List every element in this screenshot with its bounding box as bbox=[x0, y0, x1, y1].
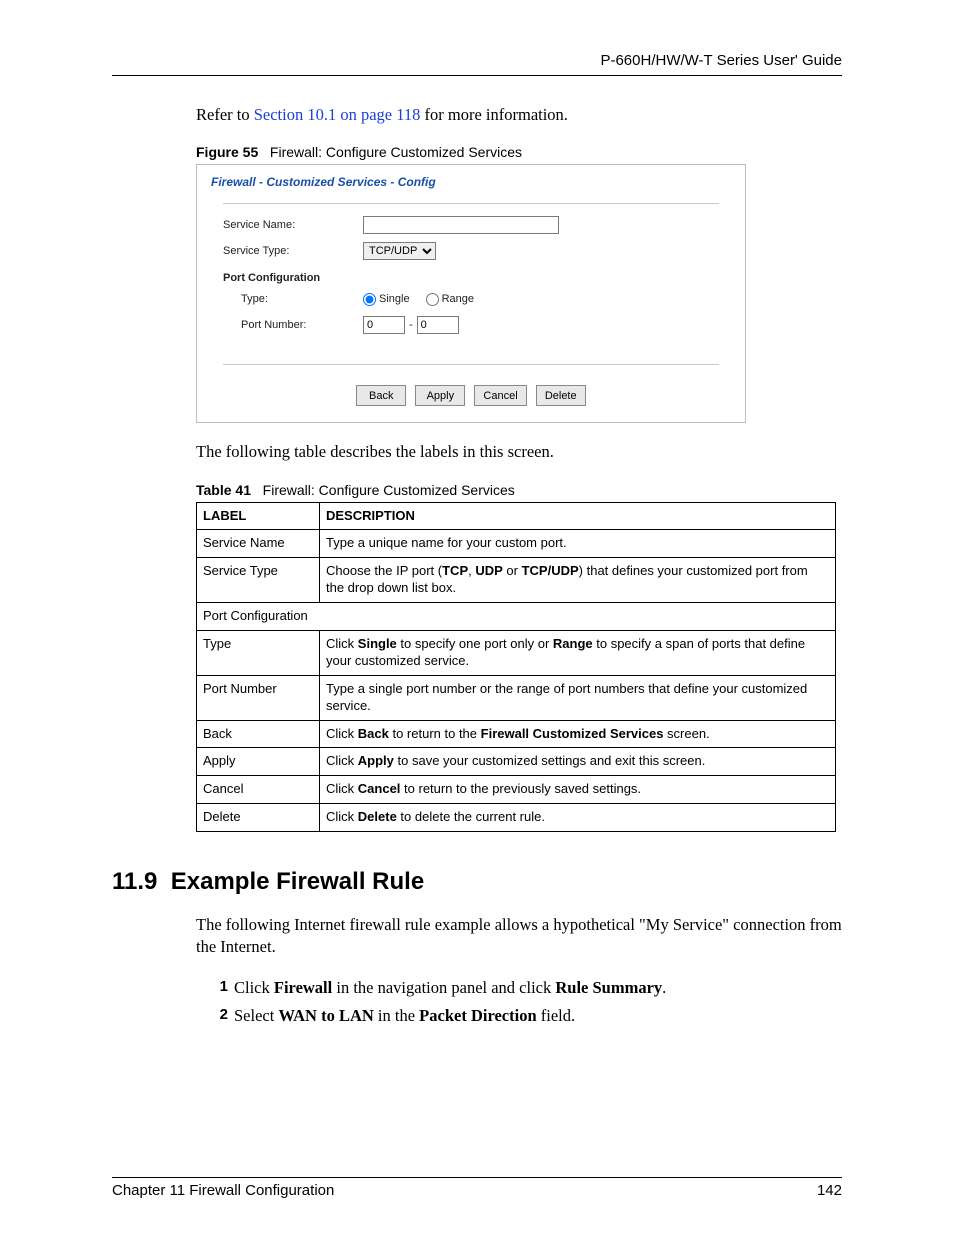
table-cell-description: Type a single port number or the range o… bbox=[320, 675, 836, 720]
table-cell-label: Apply bbox=[197, 748, 320, 776]
list-item: 2 Select WAN to LAN in the Packet Directi… bbox=[210, 1005, 842, 1027]
service-type-dropdown[interactable]: TCP/UDP bbox=[363, 242, 436, 260]
port-separator: - bbox=[409, 319, 413, 331]
intro-pre: Refer to bbox=[196, 105, 254, 124]
table-intro-paragraph: The following table describes the labels… bbox=[196, 441, 842, 463]
table-cell-description: Click Back to return to the Firewall Cus… bbox=[320, 720, 836, 748]
delete-button[interactable]: Delete bbox=[536, 385, 586, 406]
intro-paragraph: Refer to Section 10.1 on page 118 for mo… bbox=[196, 104, 842, 126]
port-to-input[interactable] bbox=[417, 316, 459, 334]
figure-label: Figure 55 bbox=[196, 144, 258, 160]
table-row: BackClick Back to return to the Firewall… bbox=[197, 720, 836, 748]
table-cell-description: Type a unique name for your custom port. bbox=[320, 530, 836, 558]
step-number: 2 bbox=[210, 1005, 228, 1027]
apply-button[interactable]: Apply bbox=[415, 385, 465, 406]
table-cell-label: Service Type bbox=[197, 558, 320, 603]
section-link[interactable]: Section 10.1 on page 118 bbox=[254, 105, 421, 124]
table-label: Table 41 bbox=[196, 482, 251, 498]
intro-post: for more information. bbox=[420, 105, 568, 124]
table-cell-description: Click Apply to save your customized sett… bbox=[320, 748, 836, 776]
table-cell-label: Type bbox=[197, 630, 320, 675]
table-row: Service TypeChoose the IP port (TCP, UDP… bbox=[197, 558, 836, 603]
port-from-input[interactable] bbox=[363, 316, 405, 334]
table-caption: Table 41 Firewall: Configure Customized … bbox=[196, 482, 842, 498]
radio-range-label: Range bbox=[442, 293, 474, 305]
table-cell-description: Choose the IP port (TCP, UDP or TCP/UDP)… bbox=[320, 558, 836, 603]
definition-table: LABEL DESCRIPTION Service NameType a uni… bbox=[196, 502, 836, 833]
table-cell-description: Click Single to specify one port only or… bbox=[320, 630, 836, 675]
table-cell-label: Back bbox=[197, 720, 320, 748]
step-text: Click Firewall in the navigation panel a… bbox=[234, 977, 666, 999]
table-caption-text: Firewall: Configure Customized Services bbox=[263, 482, 515, 498]
th-label: LABEL bbox=[197, 502, 320, 530]
firewall-config-screenshot: Firewall - Customized Services - Config … bbox=[196, 164, 746, 423]
figure-caption-text: Firewall: Configure Customized Services bbox=[270, 144, 522, 160]
port-number-label: Port Number: bbox=[241, 319, 363, 331]
separator bbox=[223, 364, 719, 365]
table-cell-description: Click Delete to delete the current rule. bbox=[320, 804, 836, 832]
page-footer: Chapter 11 Firewall Configuration 142 bbox=[112, 1177, 842, 1199]
back-button[interactable]: Back bbox=[356, 385, 406, 406]
table-row: Service NameType a unique name for your … bbox=[197, 530, 836, 558]
section-title: Example Firewall Rule bbox=[171, 868, 424, 895]
step-number: 1 bbox=[210, 977, 228, 999]
footer-divider bbox=[112, 1177, 842, 1178]
section-number: 11.9 bbox=[112, 868, 157, 895]
cancel-button[interactable]: Cancel bbox=[474, 385, 526, 406]
header-divider bbox=[112, 75, 842, 76]
service-name-input[interactable] bbox=[363, 216, 559, 234]
radio-range[interactable] bbox=[426, 293, 439, 306]
table-row: ApplyClick Apply to save your customized… bbox=[197, 748, 836, 776]
service-name-label: Service Name: bbox=[223, 219, 363, 231]
guide-title: P-660H/HW/W-T Series User' Guide bbox=[600, 52, 842, 69]
table-row: TypeClick Single to specify one port onl… bbox=[197, 630, 836, 675]
table-row: DeleteClick Delete to delete the current… bbox=[197, 804, 836, 832]
type-label: Type: bbox=[241, 293, 363, 305]
table-cell-label: Delete bbox=[197, 804, 320, 832]
list-item: 1 Click Firewall in the navigation panel … bbox=[210, 977, 842, 999]
table-header-row: LABEL DESCRIPTION bbox=[197, 502, 836, 530]
table-row: Port Configuration bbox=[197, 603, 836, 631]
section-heading: 11.9 Example Firewall Rule bbox=[112, 868, 842, 896]
screenshot-title: Firewall - Customized Services - Config bbox=[197, 165, 745, 195]
table-row: Port NumberType a single port number or … bbox=[197, 675, 836, 720]
step-text: Select WAN to LAN in the Packet Directio… bbox=[234, 1005, 575, 1027]
document-header: P-660H/HW/W-T Series User' Guide bbox=[112, 52, 842, 69]
th-description: DESCRIPTION bbox=[320, 502, 836, 530]
table-cell-label: Port Number bbox=[197, 675, 320, 720]
table-cell-description: Click Cancel to return to the previously… bbox=[320, 776, 836, 804]
section-intro-paragraph: The following Internet firewall rule exa… bbox=[196, 914, 842, 959]
table-row: CancelClick Cancel to return to the prev… bbox=[197, 776, 836, 804]
radio-single[interactable] bbox=[363, 293, 376, 306]
radio-single-label: Single bbox=[379, 293, 410, 305]
port-configuration-heading: Port Configuration bbox=[223, 272, 719, 284]
page-number: 142 bbox=[817, 1182, 842, 1199]
table-cell-label: Service Name bbox=[197, 530, 320, 558]
table-cell-label: Cancel bbox=[197, 776, 320, 804]
steps-list: 1 Click Firewall in the navigation panel … bbox=[210, 977, 842, 1028]
chapter-name: Chapter 11 Firewall Configuration bbox=[112, 1182, 334, 1199]
figure-caption: Figure 55 Firewall: Configure Customized… bbox=[196, 144, 842, 160]
separator bbox=[223, 203, 719, 204]
service-type-label: Service Type: bbox=[223, 245, 363, 257]
table-cell-span: Port Configuration bbox=[197, 603, 836, 631]
